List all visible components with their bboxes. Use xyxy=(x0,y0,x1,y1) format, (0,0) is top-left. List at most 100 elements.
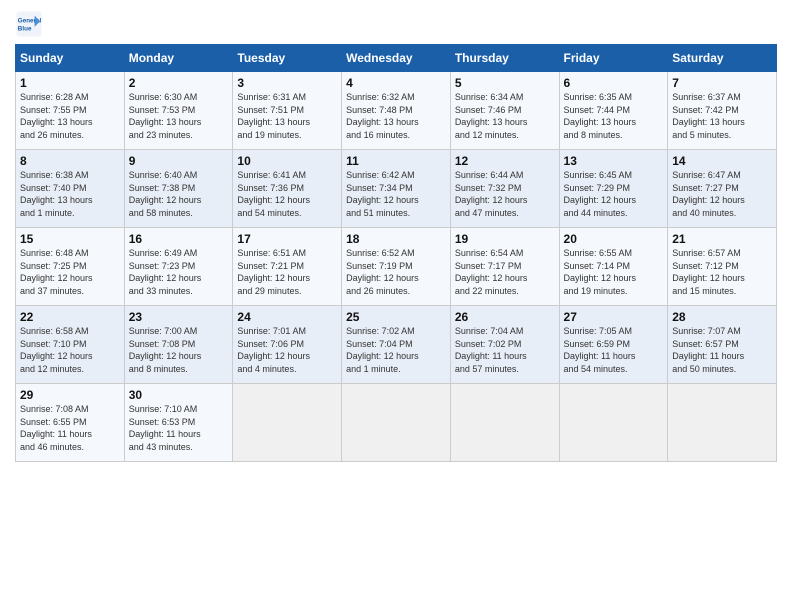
weekday-header-row: SundayMondayTuesdayWednesdayThursdayFrid… xyxy=(16,45,777,72)
day-cell: 8 Sunrise: 6:38 AMSunset: 7:40 PMDaylight… xyxy=(16,150,125,228)
day-cell: 13Sunrise: 6:45 AMSunset: 7:29 PMDayligh… xyxy=(559,150,668,228)
svg-text:Blue: Blue xyxy=(18,25,32,32)
day-number: 8 xyxy=(20,154,120,168)
week-row-4: 22 Sunrise: 6:58 AMSunset: 7:10 PMDayligh… xyxy=(16,306,777,384)
day-cell xyxy=(233,384,342,462)
day-number: 5 xyxy=(455,76,555,90)
day-info: Sunrise: 6:40 AMSunset: 7:38 PMDaylight:… xyxy=(129,170,202,218)
day-info: Sunrise: 6:28 AMSunset: 7:55 PMDaylight:… xyxy=(20,92,93,140)
day-info: Sunrise: 6:41 AMSunset: 7:36 PMDaylight:… xyxy=(237,170,310,218)
day-info: Sunrise: 6:58 AMSunset: 7:10 PMDaylight:… xyxy=(20,326,93,374)
day-cell: 30 Sunrise: 7:10 AMSunset: 6:53 PMDayligh… xyxy=(124,384,233,462)
day-info: Sunrise: 6:31 AMSunset: 7:51 PMDaylight:… xyxy=(237,92,310,140)
day-info: Sunrise: 6:38 AMSunset: 7:40 PMDaylight:… xyxy=(20,170,93,218)
day-info: Sunrise: 7:00 AMSunset: 7:08 PMDaylight:… xyxy=(129,326,202,374)
day-cell: 29 Sunrise: 7:08 AMSunset: 6:55 PMDayligh… xyxy=(16,384,125,462)
day-info: Sunrise: 6:42 AMSunset: 7:34 PMDaylight:… xyxy=(346,170,419,218)
day-info: Sunrise: 7:02 AMSunset: 7:04 PMDaylight:… xyxy=(346,326,419,374)
day-info: Sunrise: 6:52 AMSunset: 7:19 PMDaylight:… xyxy=(346,248,419,296)
day-info: Sunrise: 7:05 AMSunset: 6:59 PMDaylight:… xyxy=(564,326,636,374)
day-cell: 15 Sunrise: 6:48 AMSunset: 7:25 PMDayligh… xyxy=(16,228,125,306)
weekday-header-thursday: Thursday xyxy=(450,45,559,72)
header: General Blue xyxy=(15,10,777,38)
logo-icon: General Blue xyxy=(15,10,43,38)
day-info: Sunrise: 7:10 AMSunset: 6:53 PMDaylight:… xyxy=(129,404,201,452)
day-number: 30 xyxy=(129,388,229,402)
week-row-1: 1 Sunrise: 6:28 AMSunset: 7:55 PMDaylight… xyxy=(16,72,777,150)
calendar-table: SundayMondayTuesdayWednesdayThursdayFrid… xyxy=(15,44,777,462)
day-number: 10 xyxy=(237,154,337,168)
day-info: Sunrise: 6:49 AMSunset: 7:23 PMDaylight:… xyxy=(129,248,202,296)
day-number: 15 xyxy=(20,232,120,246)
day-cell: 7Sunrise: 6:37 AMSunset: 7:42 PMDaylight… xyxy=(668,72,777,150)
weekday-header-saturday: Saturday xyxy=(668,45,777,72)
day-info: Sunrise: 6:48 AMSunset: 7:25 PMDaylight:… xyxy=(20,248,93,296)
day-cell: 16 Sunrise: 6:49 AMSunset: 7:23 PMDayligh… xyxy=(124,228,233,306)
day-number: 11 xyxy=(346,154,446,168)
day-cell: 9Sunrise: 6:40 AMSunset: 7:38 PMDaylight… xyxy=(124,150,233,228)
day-cell: 11 Sunrise: 6:42 AMSunset: 7:34 PMDayligh… xyxy=(342,150,451,228)
day-number: 14 xyxy=(672,154,772,168)
day-cell: 4 Sunrise: 6:32 AMSunset: 7:48 PMDaylight… xyxy=(342,72,451,150)
day-number: 29 xyxy=(20,388,120,402)
day-cell: 23 Sunrise: 7:00 AMSunset: 7:08 PMDayligh… xyxy=(124,306,233,384)
day-number: 4 xyxy=(346,76,446,90)
weekday-header-wednesday: Wednesday xyxy=(342,45,451,72)
day-cell: 21Sunrise: 6:57 AMSunset: 7:12 PMDayligh… xyxy=(668,228,777,306)
day-number: 17 xyxy=(237,232,337,246)
day-number: 6 xyxy=(564,76,664,90)
calendar-container: General Blue SundayMondayTuesdayWednesda… xyxy=(0,0,792,472)
day-number: 7 xyxy=(672,76,772,90)
day-cell: 2 Sunrise: 6:30 AMSunset: 7:53 PMDaylight… xyxy=(124,72,233,150)
day-info: Sunrise: 6:51 AMSunset: 7:21 PMDaylight:… xyxy=(237,248,310,296)
day-info: Sunrise: 7:01 AMSunset: 7:06 PMDaylight:… xyxy=(237,326,310,374)
day-info: Sunrise: 6:47 AMSunset: 7:27 PMDaylight:… xyxy=(672,170,745,218)
day-info: Sunrise: 6:57 AMSunset: 7:12 PMDaylight:… xyxy=(672,248,745,296)
day-number: 20 xyxy=(564,232,664,246)
weekday-header-tuesday: Tuesday xyxy=(233,45,342,72)
day-info: Sunrise: 7:07 AMSunset: 6:57 PMDaylight:… xyxy=(672,326,744,374)
day-cell: 25Sunrise: 7:02 AMSunset: 7:04 PMDayligh… xyxy=(342,306,451,384)
day-info: Sunrise: 7:04 AMSunset: 7:02 PMDaylight:… xyxy=(455,326,527,374)
day-info: Sunrise: 6:55 AMSunset: 7:14 PMDaylight:… xyxy=(564,248,637,296)
day-info: Sunrise: 6:34 AMSunset: 7:46 PMDaylight:… xyxy=(455,92,528,140)
day-number: 24 xyxy=(237,310,337,324)
day-info: Sunrise: 6:32 AMSunset: 7:48 PMDaylight:… xyxy=(346,92,419,140)
day-number: 12 xyxy=(455,154,555,168)
day-info: Sunrise: 6:35 AMSunset: 7:44 PMDaylight:… xyxy=(564,92,637,140)
day-number: 16 xyxy=(129,232,229,246)
day-cell: 22 Sunrise: 6:58 AMSunset: 7:10 PMDayligh… xyxy=(16,306,125,384)
day-cell xyxy=(450,384,559,462)
weekday-header-sunday: Sunday xyxy=(16,45,125,72)
day-cell: 6 Sunrise: 6:35 AMSunset: 7:44 PMDaylight… xyxy=(559,72,668,150)
day-info: Sunrise: 6:44 AMSunset: 7:32 PMDaylight:… xyxy=(455,170,528,218)
day-info: Sunrise: 7:08 AMSunset: 6:55 PMDaylight:… xyxy=(20,404,92,452)
day-number: 28 xyxy=(672,310,772,324)
day-cell xyxy=(559,384,668,462)
weekday-header-monday: Monday xyxy=(124,45,233,72)
day-cell: 3 Sunrise: 6:31 AMSunset: 7:51 PMDaylight… xyxy=(233,72,342,150)
day-number: 22 xyxy=(20,310,120,324)
day-number: 13 xyxy=(564,154,664,168)
week-row-2: 8 Sunrise: 6:38 AMSunset: 7:40 PMDaylight… xyxy=(16,150,777,228)
day-cell: 26Sunrise: 7:04 AMSunset: 7:02 PMDayligh… xyxy=(450,306,559,384)
day-cell: 19Sunrise: 6:54 AMSunset: 7:17 PMDayligh… xyxy=(450,228,559,306)
day-cell: 20 Sunrise: 6:55 AMSunset: 7:14 PMDayligh… xyxy=(559,228,668,306)
day-cell: 12 Sunrise: 6:44 AMSunset: 7:32 PMDayligh… xyxy=(450,150,559,228)
day-cell: 24 Sunrise: 7:01 AMSunset: 7:06 PMDayligh… xyxy=(233,306,342,384)
day-cell: 10 Sunrise: 6:41 AMSunset: 7:36 PMDayligh… xyxy=(233,150,342,228)
day-number: 2 xyxy=(129,76,229,90)
day-cell: 1 Sunrise: 6:28 AMSunset: 7:55 PMDaylight… xyxy=(16,72,125,150)
day-info: Sunrise: 6:30 AMSunset: 7:53 PMDaylight:… xyxy=(129,92,202,140)
logo: General Blue xyxy=(15,10,43,38)
day-number: 27 xyxy=(564,310,664,324)
day-number: 18 xyxy=(346,232,446,246)
day-cell xyxy=(668,384,777,462)
day-cell: 5 Sunrise: 6:34 AMSunset: 7:46 PMDaylight… xyxy=(450,72,559,150)
day-cell: 14 Sunrise: 6:47 AMSunset: 7:27 PMDayligh… xyxy=(668,150,777,228)
day-cell: 27 Sunrise: 7:05 AMSunset: 6:59 PMDayligh… xyxy=(559,306,668,384)
day-number: 23 xyxy=(129,310,229,324)
day-info: Sunrise: 6:54 AMSunset: 7:17 PMDaylight:… xyxy=(455,248,528,296)
day-number: 1 xyxy=(20,76,120,90)
day-number: 3 xyxy=(237,76,337,90)
